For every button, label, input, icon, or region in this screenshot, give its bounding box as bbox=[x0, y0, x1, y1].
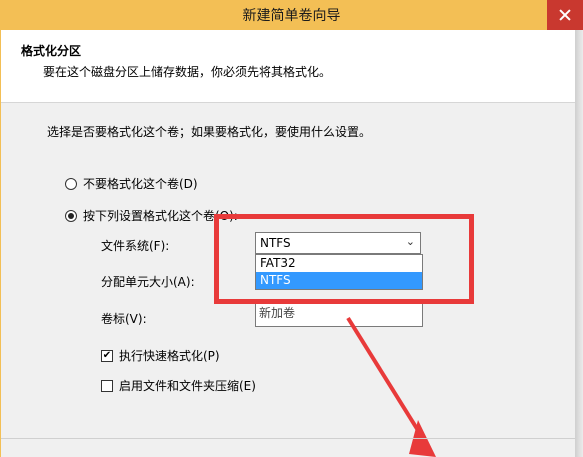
wizard-button-divider bbox=[1, 438, 575, 439]
annotation-red-arrow bbox=[346, 316, 436, 457]
